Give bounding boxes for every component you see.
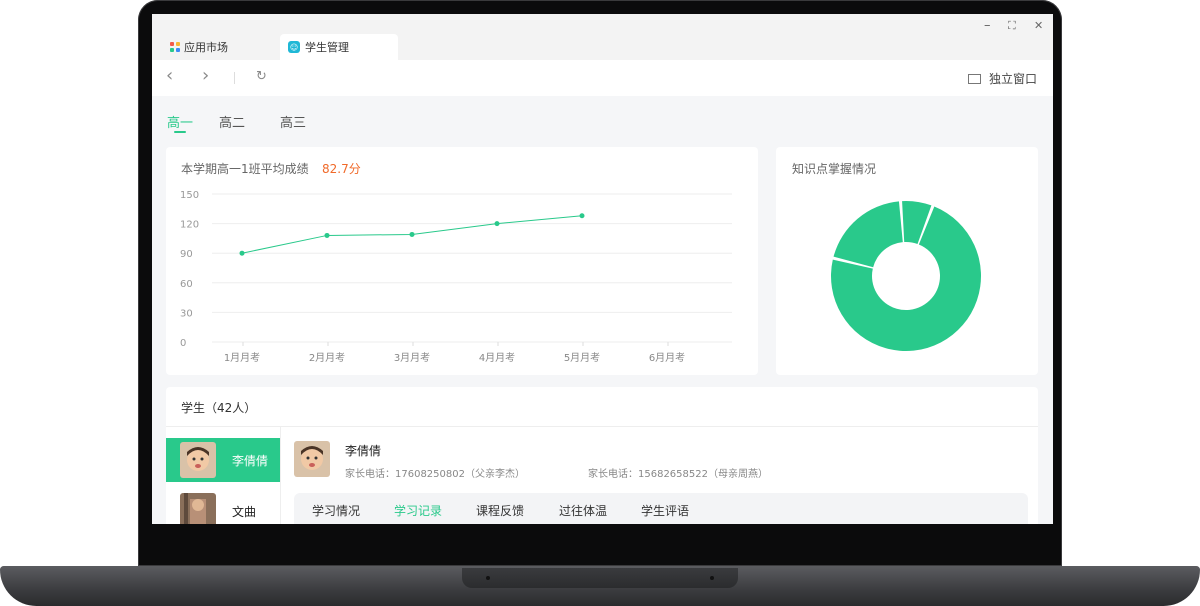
- subtab-study-records[interactable]: 学习记录: [394, 502, 442, 519]
- parent-phone-father: 家长电话：17608250802（父亲李杰）: [345, 469, 525, 480]
- tab-label: 学生管理: [305, 41, 349, 54]
- student-detail-name: 李倩倩: [345, 444, 382, 458]
- tab-grade-1[interactable]: 高一: [167, 112, 193, 131]
- avatar: [180, 442, 216, 478]
- student-subtabs: 学习情况 学习记录 课程反馈 过往体温 学生评语: [294, 493, 1028, 524]
- y-tick-label: 90: [180, 249, 193, 260]
- students-title: 学生（42人）: [181, 401, 257, 415]
- standalone-label: 独立窗口: [988, 72, 1037, 86]
- x-tick-label: 4月月考: [479, 352, 515, 364]
- x-tick-label: 6月月考: [649, 352, 685, 364]
- data-point: [494, 221, 500, 227]
- minimize-button[interactable]: –: [984, 18, 991, 33]
- notch-dot-right: [710, 576, 714, 580]
- notch-dot-left: [486, 576, 490, 580]
- student-list-item[interactable]: 文曲: [166, 489, 280, 524]
- close-button[interactable]: ✕: [1034, 19, 1043, 32]
- student-app-icon: ☺: [288, 41, 300, 53]
- tab-student-management[interactable]: ☺ 学生管理: [280, 34, 398, 60]
- tab-app-market[interactable]: 应用市场: [170, 34, 228, 60]
- forward-button[interactable]: ›: [202, 65, 209, 86]
- subtab-course-feedback[interactable]: 课程反馈: [476, 502, 524, 519]
- tab-bar: 应用市场 ☺ 学生管理 – ⛶ ✕: [152, 14, 1053, 60]
- back-button[interactable]: ‹: [166, 65, 173, 86]
- avatar: [180, 493, 216, 524]
- standalone-window-button[interactable]: 独立窗口: [967, 70, 1037, 87]
- x-tick-label: 2月月考: [309, 352, 345, 364]
- donut-slice: [833, 201, 903, 268]
- knowledge-mastery-card: 知识点掌握情况: [776, 147, 1038, 375]
- student-detail-avatar: [294, 441, 330, 477]
- student-list-item[interactable]: 李倩倩: [166, 438, 280, 482]
- divider: [166, 426, 1038, 427]
- maximize-button[interactable]: ⛶: [1008, 19, 1016, 33]
- tab-grade-3[interactable]: 高三: [280, 112, 306, 131]
- y-tick-label: 150: [180, 190, 199, 201]
- x-tick-label: 5月月考: [564, 352, 600, 364]
- students-card: 学生（42人） 李倩倩 文曲 李倩倩 家长电话：17608250802（父亲李杰…: [166, 387, 1038, 524]
- window-icon: [967, 73, 981, 84]
- data-point: [409, 231, 415, 237]
- refresh-button[interactable]: ↻: [256, 69, 267, 84]
- x-tick-label: 3月月考: [394, 352, 430, 364]
- student-name: 李倩倩: [232, 453, 269, 468]
- data-point: [324, 232, 330, 238]
- average-score-card: 本学期高一1班平均成绩 82.7分 150 120 90 60 30 0 1月月考 2月月考 3…: [166, 147, 758, 375]
- subtab-teacher-comments[interactable]: 学生评语: [641, 502, 689, 519]
- y-tick-label: 30: [180, 308, 193, 319]
- data-point: [579, 213, 585, 219]
- data-point: [239, 250, 245, 256]
- app-window: 应用市场 ☺ 学生管理 – ⛶ ✕ ‹ › ↻ 独立窗口 高一 高二 高三 本学…: [152, 14, 1053, 524]
- active-tab-indicator: [174, 131, 186, 133]
- list-separator: [280, 427, 281, 524]
- student-name: 文曲: [232, 504, 257, 519]
- parent-phone-mother: 家长电话：15682658522（母亲周燕）: [588, 469, 768, 480]
- apps-grid-icon: [170, 42, 180, 52]
- score-line-chart: 150 120 90 60 30 0 1月月考 2月月考 3月月考 4月月考 5月月考 6月月考: [180, 190, 732, 364]
- subtab-temperature-history[interactable]: 过往体温: [559, 502, 607, 519]
- subtab-study-status[interactable]: 学习情况: [312, 502, 360, 519]
- tab-grade-2[interactable]: 高二: [219, 112, 245, 131]
- tab-label: 应用市场: [184, 41, 228, 54]
- nav-separator: [234, 72, 235, 84]
- y-tick-label: 0: [180, 338, 186, 349]
- laptop-notch: [462, 568, 738, 588]
- knowledge-donut-chart: [831, 201, 981, 351]
- y-tick-label: 60: [180, 279, 193, 290]
- navigation-bar: ‹ › ↻ 独立窗口: [152, 60, 1053, 96]
- x-tick-label: 1月月考: [224, 352, 260, 364]
- y-tick-label: 120: [180, 220, 199, 231]
